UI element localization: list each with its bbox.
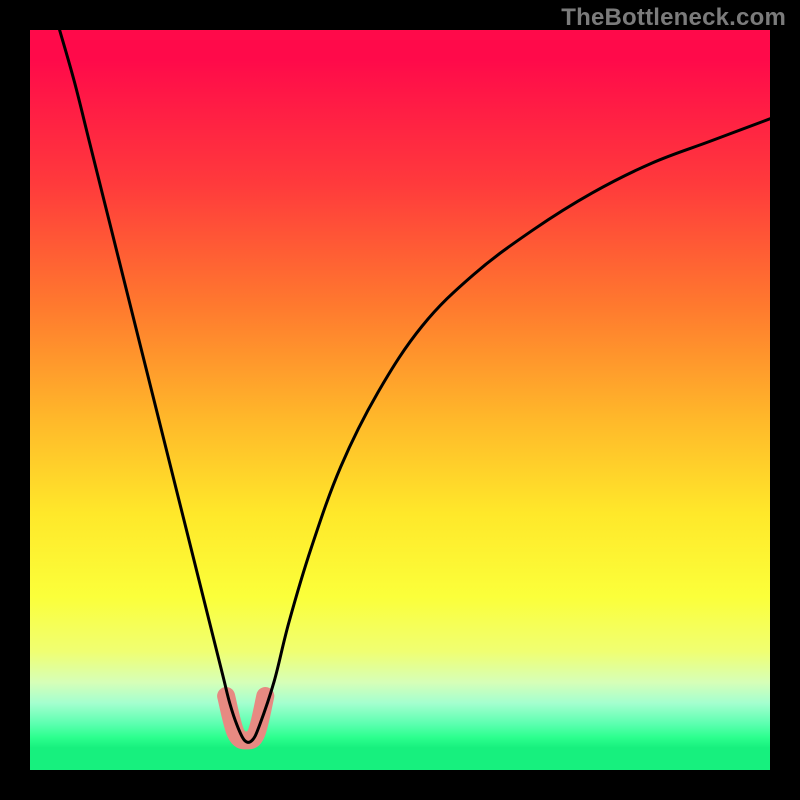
watermark-text: TheBottleneck.com	[561, 4, 786, 32]
gradient-background	[30, 30, 770, 770]
chart-frame: TheBottleneck.com	[0, 0, 800, 800]
bottleneck-chart	[0, 0, 800, 800]
